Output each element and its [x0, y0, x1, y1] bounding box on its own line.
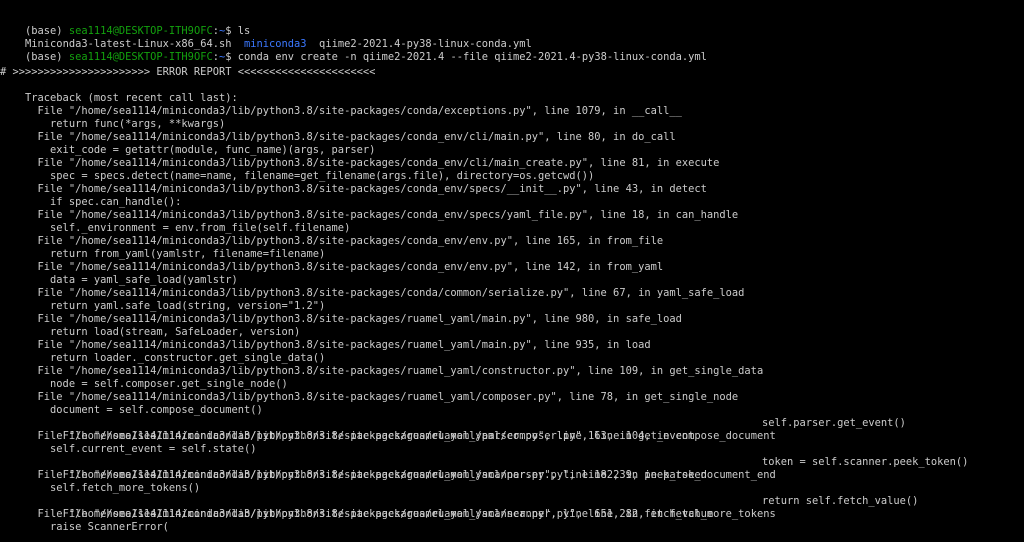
traceback-line: File "/home/sea1114/miniconda3/lib/pytho…	[0, 287, 745, 299]
traceback-line: self._environment = env.from_file(self.f…	[0, 222, 351, 234]
traceback-line: File "/home/sea1114/miniconda3/lib/pytho…	[0, 339, 651, 351]
error-report-header: # >>>>>>>>>>>>>>>>>>>>>> ERROR REPORT <<…	[0, 66, 376, 78]
traceback-line: raise ScannerError(	[0, 521, 169, 533]
traceback-line: File "/home/sea1114/miniconda3/lib/pytho…	[0, 365, 764, 377]
traceback-line: File "/home/sea1114/miniconda3/lib/pytho…	[0, 456, 776, 481]
traceback-line: return load(stream, SafeLoader, version)	[0, 326, 301, 338]
prompt-line-ls: (base) sea1114@DESKTOP-ITH9OFC:~$ ls	[0, 12, 250, 37]
prompt-env: (base)	[25, 51, 69, 63]
traceback-line: File "/home/sea1114/miniconda3/lib/pytho…	[0, 508, 714, 520]
traceback-line: self.fetch_more_tokens()	[0, 482, 201, 494]
traceback-line: return loader._constructor.get_single_da…	[0, 352, 326, 364]
traceback-line: return from_yaml(yamlstr, filename=filen…	[0, 248, 326, 260]
traceback-line: document = self.compose_document()	[0, 404, 263, 416]
traceback-line: File "/home/sea1114/miniconda3/lib/pytho…	[0, 235, 664, 247]
traceback-line: spec = specs.detect(name=name, filename=…	[0, 170, 595, 182]
traceback-line: Traceback (most recent call last):	[0, 92, 238, 104]
traceback-line: File "/home/sea1114/miniconda3/lib/pytho…	[0, 313, 682, 325]
command-conda-create: conda env create -n qiime2-2021.4 --file…	[237, 51, 707, 63]
traceback-line: File "/home/sea1114/miniconda3/lib/pytho…	[0, 131, 676, 143]
traceback-line: File "/home/sea1114/miniconda3/lib/pytho…	[0, 183, 707, 195]
traceback-line: File "/home/sea1114/miniconda3/lib/pytho…	[0, 261, 664, 273]
traceback-line: data = yaml_safe_load(yamlstr)	[0, 274, 238, 286]
traceback-line: File "/home/sea1114/miniconda3/lib/pytho…	[0, 157, 720, 169]
terminal-window[interactable]: (base) sea1114@DESKTOP-ITH9OFC:~$ ls Min…	[0, 0, 1024, 542]
traceback-line: File "/home/sea1114/miniconda3/lib/pytho…	[0, 391, 739, 403]
prompt-symbol: $	[225, 51, 238, 63]
traceback-wrapped-code: token = self.scanner.peek_token()	[762, 456, 969, 468]
traceback-line: return yaml.safe_load(string, version="1…	[0, 300, 326, 312]
traceback-line: File "/home/sea1114/miniconda3/lib/pytho…	[0, 105, 682, 117]
traceback-line: File "/home/sea1114/miniconda3/lib/pytho…	[0, 469, 707, 481]
ls-output-line: Miniconda3-latest-Linux-x86_64.sh minico…	[0, 25, 532, 50]
prompt-user-host: sea1114@DESKTOP-ITH9OFC	[68, 51, 213, 63]
traceback-line: self.current_event = self.state()	[0, 443, 257, 455]
traceback-wrapped-code: return self.fetch_value()	[762, 495, 919, 507]
prompt-line-conda-create: (base) sea1114@DESKTOP-ITH9OFC:~$ conda …	[0, 38, 707, 63]
traceback-line: File "/home/sea1114/miniconda3/lib/pytho…	[0, 495, 776, 520]
traceback-line: exit_code = getattr(module, func_name)(a…	[0, 144, 376, 156]
traceback-line: File "/home/sea1114/miniconda3/lib/pytho…	[0, 417, 776, 442]
traceback-line: if spec.can_handle():	[0, 196, 182, 208]
traceback-wrapped-code: self.parser.get_event()	[762, 417, 906, 429]
traceback-line: node = self.composer.get_single_node()	[0, 378, 288, 390]
traceback-line: return func(*args, **kwargs)	[0, 118, 226, 130]
traceback-line: File "/home/sea1114/miniconda3/lib/pytho…	[0, 209, 739, 221]
traceback-line: File "/home/sea1114/miniconda3/lib/pytho…	[0, 430, 695, 442]
